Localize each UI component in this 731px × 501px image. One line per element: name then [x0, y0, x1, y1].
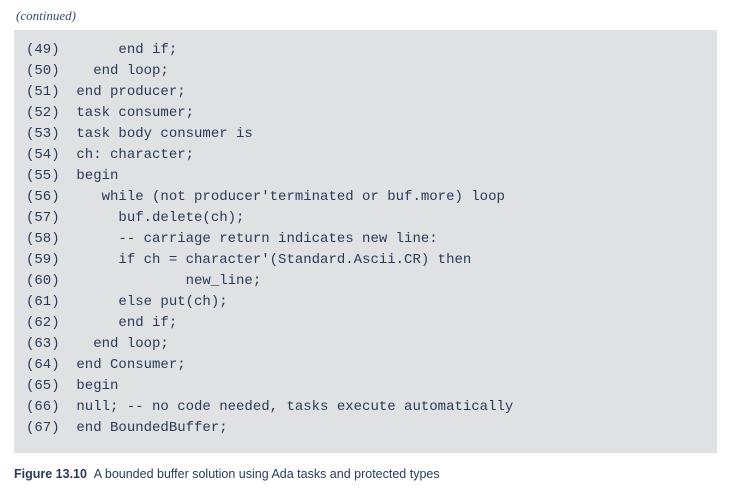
- code-line: (62) end if;: [26, 313, 705, 334]
- code-line: (63) end loop;: [26, 334, 705, 355]
- code-block: (49) end if; (50) end loop; (51) end pro…: [14, 30, 717, 453]
- code-line: (66) null; -- no code needed, tasks exec…: [26, 397, 705, 418]
- code-line: (65) begin: [26, 376, 705, 397]
- code-line: (50) end loop;: [26, 61, 705, 82]
- code-line: (60) new_line;: [26, 271, 705, 292]
- code-line: (52) task consumer;: [26, 103, 705, 124]
- continued-label: (continued): [16, 8, 717, 24]
- code-line: (55) begin: [26, 166, 705, 187]
- code-line: (54) ch: character;: [26, 145, 705, 166]
- code-line: (57) buf.delete(ch);: [26, 208, 705, 229]
- code-line: (56) while (not producer'terminated or b…: [26, 187, 705, 208]
- code-line: (49) end if;: [26, 40, 705, 61]
- figure-label: Figure 13.10: [14, 467, 87, 481]
- code-line: (67) end BoundedBuffer;: [26, 418, 705, 439]
- figure-caption-text: A bounded buffer solution using Ada task…: [94, 467, 440, 481]
- page: (continued) (49) end if; (50) end loop; …: [0, 0, 731, 495]
- code-line: (59) if ch = character'(Standard.Ascii.C…: [26, 250, 705, 271]
- code-line: (64) end Consumer;: [26, 355, 705, 376]
- code-line: (53) task body consumer is: [26, 124, 705, 145]
- code-line: (51) end producer;: [26, 82, 705, 103]
- code-line: (61) else put(ch);: [26, 292, 705, 313]
- code-line: (58) -- carriage return indicates new li…: [26, 229, 705, 250]
- figure-caption: Figure 13.10 A bounded buffer solution u…: [14, 467, 717, 481]
